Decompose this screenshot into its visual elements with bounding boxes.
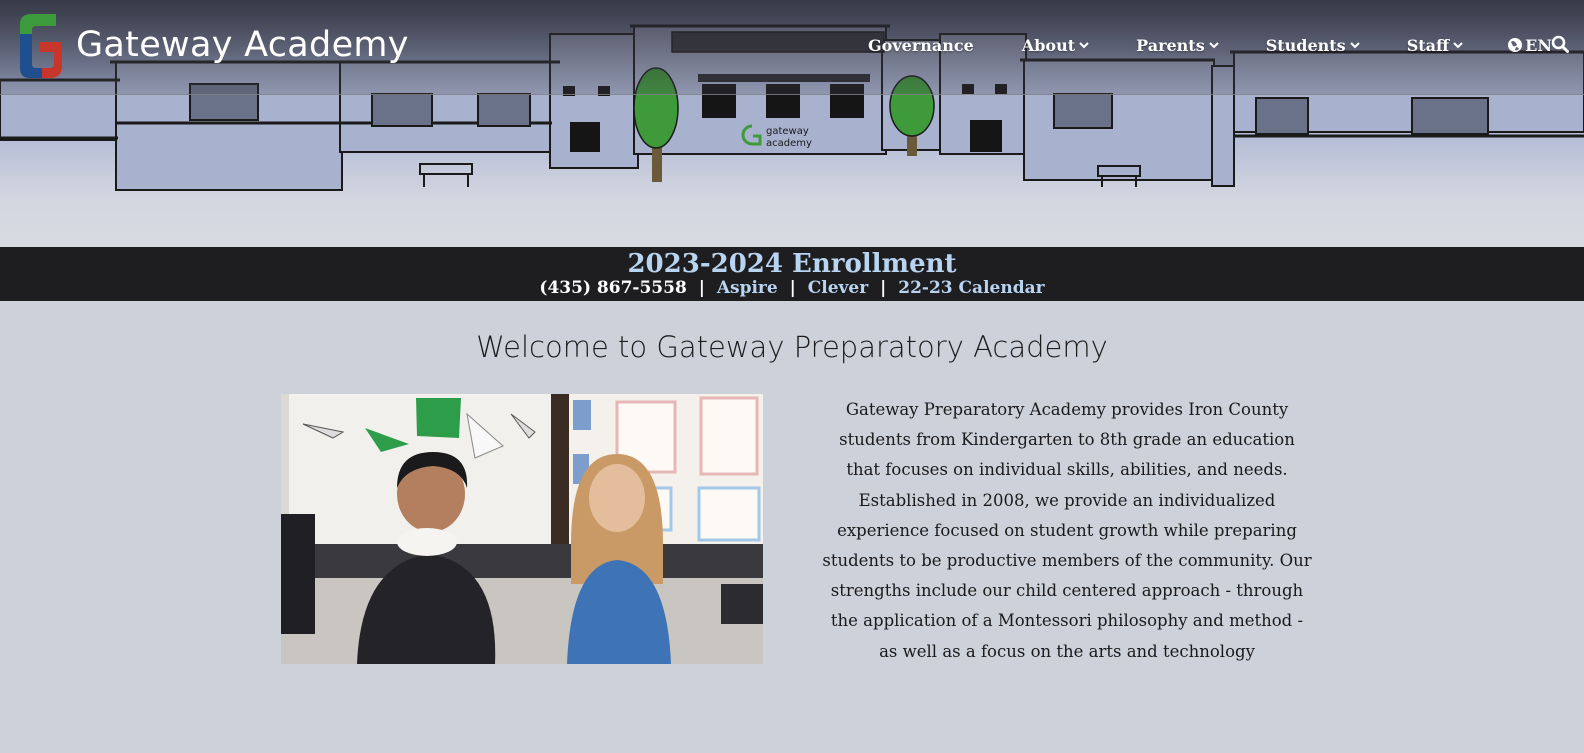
- sign-line-2: academy: [766, 138, 812, 149]
- nav-parents-label: Parents: [1136, 35, 1205, 55]
- separator: |: [880, 278, 887, 298]
- chevron-down-icon: [1208, 42, 1219, 49]
- students-science-fair-image: [281, 394, 763, 664]
- chevron-down-icon: [1349, 42, 1360, 49]
- search-icon[interactable]: [1551, 35, 1569, 53]
- clever-link[interactable]: Clever: [808, 278, 868, 298]
- nav-governance-label: Governance: [868, 35, 974, 55]
- globe-icon: [1508, 38, 1523, 52]
- enrollment-links: (435) 867-5558 | Aspire | Clever | 22-23…: [0, 277, 1584, 299]
- nav-parents[interactable]: Parents: [1136, 36, 1219, 55]
- calendar-link[interactable]: 22-23 Calendar: [898, 278, 1044, 298]
- nav-staff-label: Staff: [1406, 35, 1450, 55]
- nav-students-label: Students: [1265, 35, 1346, 55]
- students-photo: [281, 394, 763, 664]
- nav-students[interactable]: Students: [1266, 36, 1360, 55]
- language-label: EN: [1525, 35, 1552, 55]
- brand-name: Gateway Academy: [76, 24, 409, 65]
- gateway-logo-icon: [20, 14, 62, 78]
- school-description: Gateway Preparatory Academy provides Iro…: [822, 400, 1312, 661]
- nav-governance[interactable]: Governance: [868, 36, 974, 55]
- hero-banner: gateway academy Gateway Academy Governan…: [0, 0, 1584, 247]
- sign-line-1: gateway: [766, 126, 809, 137]
- brand-link[interactable]: Gateway Academy: [14, 12, 409, 78]
- aspire-link[interactable]: Aspire: [717, 278, 778, 298]
- top-navigation-bar: Gateway Academy Governance About Parents…: [0, 0, 1584, 95]
- welcome-heading: Welcome to Gateway Preparatory Academy: [476, 330, 1108, 364]
- nav-about-label: About: [1021, 35, 1076, 55]
- chevron-down-icon: [1453, 42, 1463, 49]
- nav-staff[interactable]: Staff: [1407, 36, 1463, 55]
- phone-number[interactable]: (435) 867-5558: [539, 278, 686, 298]
- chevron-down-icon: [1079, 42, 1089, 49]
- enrollment-title[interactable]: 2023-2024 Enrollment: [0, 249, 1584, 279]
- separator: |: [698, 278, 705, 298]
- enrollment-banner: 2023-2024 Enrollment (435) 867-5558 | As…: [0, 247, 1584, 301]
- language-selector[interactable]: EN: [1507, 36, 1552, 55]
- nav-about[interactable]: About: [1022, 36, 1089, 55]
- main-nav: Governance About Parents Students Staff: [868, 33, 1552, 57]
- separator: |: [789, 278, 796, 298]
